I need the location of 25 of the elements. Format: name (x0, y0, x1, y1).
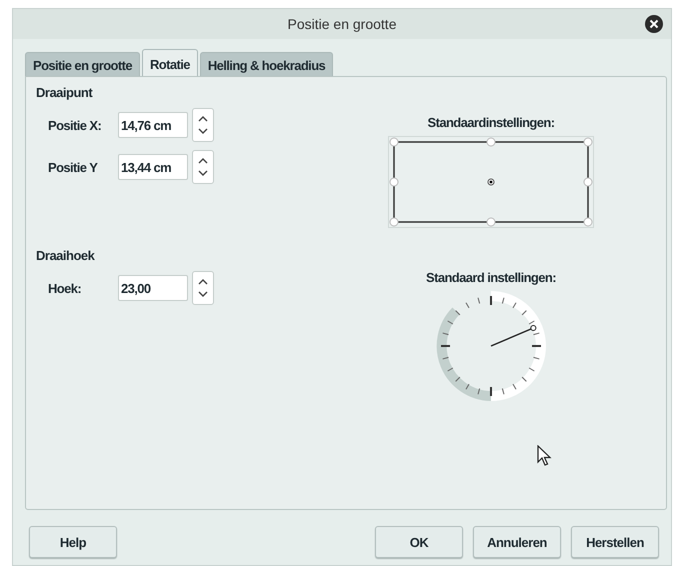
pivot-selector[interactable] (388, 136, 594, 228)
spin-buttons[interactable] (192, 108, 214, 142)
input-field[interactable]: 23,00 (118, 275, 188, 301)
field-label: Positie Y (48, 160, 98, 174)
section-heading: Draaipunt (36, 85, 94, 100)
input-field[interactable]: 14,76 cm (118, 112, 188, 138)
close-icon[interactable] (645, 15, 663, 33)
section-heading: Draaihoek (36, 248, 96, 263)
dialog-button[interactable]: Help (29, 526, 117, 558)
tab[interactable]: Rotatie (142, 49, 198, 77)
dialog-button[interactable]: Annuleren (473, 526, 561, 558)
tab[interactable]: Helling & hoekradius (200, 52, 334, 77)
field-label: Hoek: (48, 280, 82, 296)
dialog-button[interactable]: OK (375, 526, 463, 558)
angle-dial[interactable] (436, 291, 546, 401)
mouse-pointer-icon (537, 445, 553, 467)
tab[interactable]: Positie en grootte (25, 52, 140, 77)
window-title: Positie en grootte (288, 16, 396, 32)
dialog-button[interactable]: Herstellen (571, 526, 659, 558)
field-label: Positie X: (48, 118, 102, 132)
spin-buttons[interactable] (192, 150, 214, 184)
spin-buttons[interactable] (192, 271, 214, 305)
preset-label: Standaard instellingen: (426, 270, 556, 285)
input-field[interactable]: 13,44 cm (118, 154, 188, 180)
preset-label: Standaardinstellingen: (428, 115, 554, 130)
